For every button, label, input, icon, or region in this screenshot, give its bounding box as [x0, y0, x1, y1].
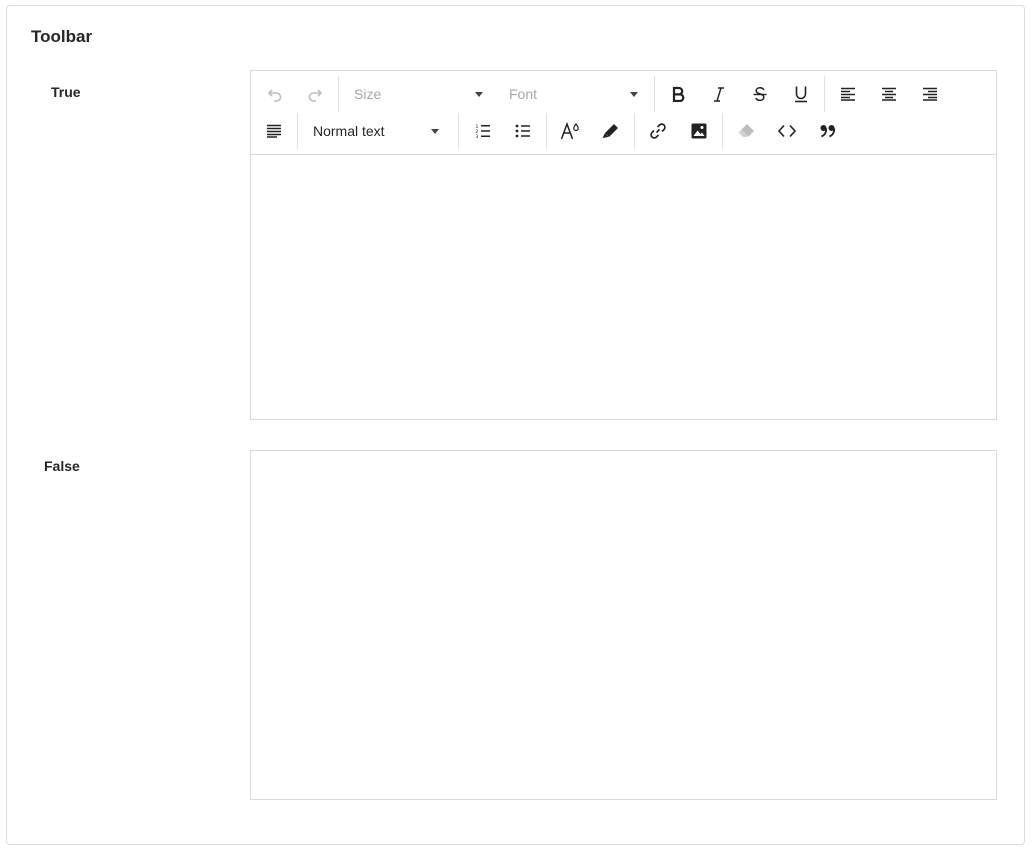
align-right-icon[interactable] — [915, 79, 945, 109]
chevron-down-icon — [431, 129, 439, 134]
row-label-true: True — [51, 84, 81, 100]
editor-content-area[interactable] — [251, 451, 996, 799]
ordered-list-icon[interactable]: 123 — [468, 116, 498, 146]
bold-icon[interactable] — [663, 79, 693, 109]
code-icon[interactable] — [772, 116, 802, 146]
editor-content-area[interactable] — [251, 155, 996, 419]
toolbar-separator — [338, 76, 339, 112]
chevron-down-icon — [630, 92, 638, 97]
rich-text-editor-without-toolbar — [250, 450, 997, 800]
chevron-down-icon — [475, 92, 483, 97]
size-select[interactable]: Size — [354, 79, 484, 109]
link-icon[interactable] — [643, 116, 673, 146]
svg-text:1: 1 — [476, 124, 479, 130]
toolbar-demo-card: Toolbar True Size Font Normal text 1 2 3… — [6, 5, 1025, 845]
font-select[interactable]: Font — [509, 79, 639, 109]
toolbar-separator — [546, 113, 547, 149]
toolbar-separator — [634, 113, 635, 149]
toolbar-separator — [722, 113, 723, 149]
unordered-list-icon[interactable] — [508, 116, 538, 146]
align-center-icon[interactable] — [874, 79, 904, 109]
quote-icon[interactable] — [813, 116, 843, 146]
font-select-label: Font — [509, 86, 538, 102]
font-color-icon[interactable] — [555, 116, 585, 146]
card-title: Toolbar — [31, 27, 93, 46]
toolbar-separator — [458, 113, 459, 149]
svg-text:3: 3 — [476, 134, 479, 138]
rich-text-editor-with-toolbar: Size Font Normal text 1 2 3 — [250, 70, 997, 420]
italic-icon[interactable] — [704, 79, 734, 109]
editor-toolbar: Size Font Normal text 1 2 3 — [251, 71, 996, 155]
text-format-select-label: Normal text — [313, 123, 385, 139]
redo-icon[interactable] — [300, 79, 330, 109]
align-justify-icon[interactable] — [259, 116, 289, 146]
text-format-select[interactable]: Normal text — [313, 116, 443, 146]
highlight-icon[interactable] — [595, 116, 625, 146]
clear-format-icon[interactable] — [731, 116, 761, 146]
toolbar-separator — [297, 113, 298, 149]
size-select-label: Size — [354, 86, 382, 102]
row-label-false: False — [44, 458, 80, 474]
image-icon[interactable] — [684, 116, 714, 146]
strikethrough-icon[interactable] — [745, 79, 775, 109]
toolbar-separator — [654, 76, 655, 112]
underline-icon[interactable] — [786, 79, 816, 109]
undo-icon[interactable] — [260, 79, 290, 109]
align-left-icon[interactable] — [833, 79, 863, 109]
toolbar-separator — [824, 76, 825, 112]
